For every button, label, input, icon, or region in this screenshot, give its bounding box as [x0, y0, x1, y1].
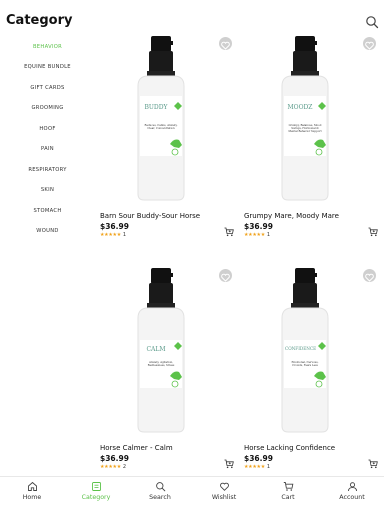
home-icon	[27, 481, 37, 491]
add-to-cart-button[interactable]	[368, 222, 378, 237]
sidebar-item-wound[interactable]: WOUND	[0, 228, 95, 234]
product-image[interactable]: MOODZ Grumpy, Balances, Mood Swings, Hor…	[244, 34, 382, 204]
sidebar-item-stomach[interactable]: STOMACH	[0, 208, 95, 214]
product-name[interactable]: Grumpy Mare, Moody Mare	[244, 212, 339, 220]
cart-plus-icon	[224, 227, 234, 237]
label-brand: MOODZ	[287, 104, 313, 111]
rating-stars: ★★★★★	[100, 464, 121, 470]
product-image[interactable]: BUDDY Reduces, Calms, Anxiety, Clear, Co…	[100, 34, 238, 204]
product-price: $36.99	[244, 454, 273, 463]
sidebar-item-behavior[interactable]: BEHAVIOR	[0, 44, 95, 50]
wishlist-button[interactable]	[219, 269, 232, 282]
nav-cart[interactable]: Cart	[258, 481, 318, 501]
nav-search[interactable]: Search	[130, 481, 190, 501]
product-image[interactable]: CONFIDENCE Emotional, Nervous, Crowds, F…	[244, 266, 382, 436]
nav-label: Cart	[281, 494, 295, 501]
add-to-cart-button[interactable]	[224, 222, 234, 237]
add-to-cart-button[interactable]	[224, 454, 234, 469]
product-rating: ★★★★★ 1	[244, 232, 270, 238]
product-name[interactable]: Horse Lacking Confidence	[244, 444, 335, 452]
product-name[interactable]: Horse Calmer - Calm	[100, 444, 173, 452]
product-image[interactable]: CALM Anxiety, Agitation, Restlessness, S…	[100, 266, 238, 436]
cart-icon	[283, 482, 293, 491]
product-price: $36.99	[100, 222, 129, 231]
sidebar-item-hoof[interactable]: HOOF	[0, 126, 95, 132]
add-to-cart-button[interactable]	[368, 454, 378, 469]
wishlist-button[interactable]	[363, 37, 376, 50]
nav-home[interactable]: Home	[2, 481, 62, 501]
nav-label: Account	[339, 494, 365, 501]
cart-plus-icon	[368, 459, 378, 469]
product-card[interactable]: MOODZ Grumpy, Balances, Mood Swings, Hor…	[244, 34, 382, 244]
product-rating: ★★★★★ 2	[100, 464, 126, 470]
search-icon	[366, 16, 379, 29]
category-icon	[91, 482, 101, 491]
heart-icon	[365, 273, 374, 282]
search-button[interactable]	[365, 14, 379, 29]
rating-count: 1	[122, 232, 126, 238]
product-price: $36.99	[100, 454, 129, 463]
product-rating: ★★★★★ 1	[244, 464, 270, 470]
nav-label: Home	[22, 494, 42, 501]
product-card[interactable]: CONFIDENCE Emotional, Nervous, Crowds, F…	[244, 266, 382, 476]
rating-stars: ★★★★★	[100, 232, 121, 238]
bottom-nav: Home Category Search Wishlist Cart Accou…	[0, 476, 384, 512]
nav-wishlist[interactable]: Wishlist	[194, 481, 254, 501]
sidebar-item-gift-cards[interactable]: GIFT CARDS	[0, 85, 95, 91]
label-text: Grumpy, Balances, Mood Swings, Hormonal …	[288, 124, 322, 134]
label-text: Emotional, Nervous, Crowds, Fears Less	[291, 361, 319, 368]
search-icon	[155, 482, 165, 492]
sidebar-item-skin[interactable]: SKIN	[0, 187, 95, 193]
user-icon	[347, 482, 357, 492]
nav-label: Search	[149, 494, 171, 501]
product-card[interactable]: BUDDY Reduces, Calms, Anxiety, Clear, Co…	[100, 34, 238, 244]
wishlist-button[interactable]	[219, 37, 232, 50]
cart-plus-icon	[224, 459, 234, 469]
product-card[interactable]: CALM Anxiety, Agitation, Restlessness, S…	[100, 266, 238, 476]
nav-category[interactable]: Category	[66, 481, 126, 501]
nav-account[interactable]: Account	[322, 481, 382, 501]
cart-plus-icon	[368, 227, 378, 237]
heart-icon	[365, 41, 374, 50]
sidebar-item-equine-bundle[interactable]: EQUINE BUNDLE	[0, 64, 95, 70]
rating-stars: ★★★★★	[244, 464, 265, 470]
heart-icon	[221, 41, 230, 50]
label-brand: CONFIDENCE	[285, 346, 317, 351]
heart-icon	[219, 482, 229, 491]
rating-count: 1	[266, 232, 270, 238]
nav-label: Category	[81, 494, 111, 501]
rating-count: 1	[266, 464, 270, 470]
product-name[interactable]: Barn Sour Buddy-Sour Horse	[100, 212, 200, 220]
page-title: Category	[6, 13, 73, 28]
sidebar-item-respiratory[interactable]: RESPIRATORY	[0, 167, 95, 173]
heart-icon	[221, 273, 230, 282]
rating-count: 2	[122, 464, 126, 470]
wishlist-button[interactable]	[363, 269, 376, 282]
label-text: Reduces, Calms, Anxiety, Clear, Concentr…	[144, 124, 178, 131]
product-price: $36.99	[244, 222, 273, 231]
sidebar-item-pain[interactable]: PAIN	[0, 146, 95, 152]
sidebar-item-grooming[interactable]: GROOMING	[0, 105, 95, 111]
product-rating: ★★★★★ 1	[100, 232, 126, 238]
nav-label: Wishlist	[211, 494, 237, 501]
rating-stars: ★★★★★	[244, 232, 265, 238]
label-brand: BUDDY	[144, 104, 168, 111]
label-text: Anxiety, Agitation, Restlessness, Stress	[147, 361, 175, 368]
label-brand: CALM	[146, 346, 166, 353]
